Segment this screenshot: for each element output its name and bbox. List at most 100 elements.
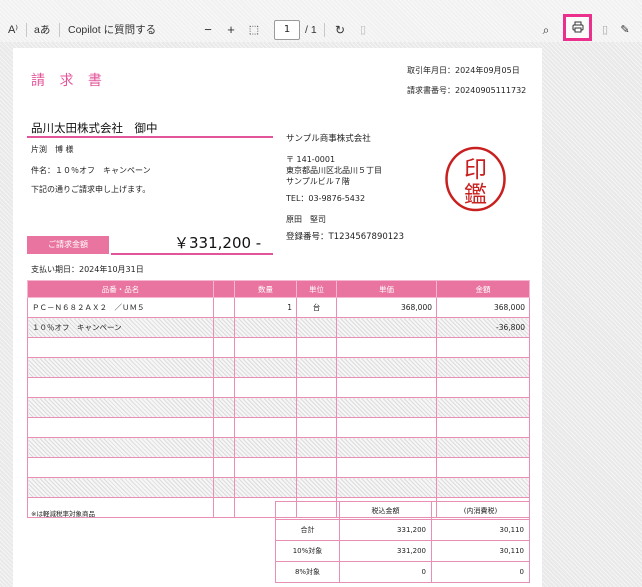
seller-address-line1: 東京都品川区北品川５丁目 [286,166,382,175]
rotate-icon[interactable]: ↻ [332,20,348,40]
amount-value: ￥331,200 - [174,234,262,252]
tax-header-row: 税込金額 (内消費税) [275,501,530,520]
read-aloud-icon[interactable]: A⁾ [5,20,21,40]
table-cell [213,297,235,318]
tax-cell: 0 [431,561,530,583]
request-text: 下記の通りご請求申し上げます。 [31,185,151,194]
seller-postal: 〒 141-0001 [286,155,336,164]
invoice-page: 請 求 書 取引年月日：2024年09月05日 請求書番号：2024090511… [13,48,542,587]
table-cell [296,457,337,478]
tax-cell: 0 [339,561,432,583]
tax-cell: (内消費税) [431,501,530,520]
table-cell [234,337,297,358]
table-cell [436,397,530,418]
table-row [27,397,530,418]
table-cell: 台 [296,297,337,318]
table-cell [296,397,337,418]
table-cell [234,317,297,338]
tax-cell: 331,200 [339,540,432,562]
table-cell [213,417,235,438]
zoom-in-button[interactable]: + [223,20,239,40]
seller-name: サンプル商事株式会社 [286,134,371,144]
table-cell [436,477,530,498]
tax-cell: 税込金額 [339,501,432,520]
pdf-toolbar: A⁾ aあ Copilot に質問する − + ⬚ 1 / 1 ↻ ▯ ⌕ ▯ … [0,0,642,42]
table-cell [436,417,530,438]
registration-number: 登録番号：T1234567890123 [286,232,404,242]
table-cell [296,437,337,458]
header-unit-price: 単価 [336,280,437,298]
table-cell [27,397,214,418]
page-total: / 1 [305,24,317,36]
table-cell: 368,000 [336,297,437,318]
header-item-name: 品番・品名 [27,280,214,298]
table-cell [213,497,235,518]
seal-stamp-icon: 印 鑑 [445,146,506,212]
tax-cell [275,501,340,520]
table-cell [213,317,235,338]
table-cell [336,457,437,478]
table-cell [336,437,437,458]
seller-address-line2: サンプルビル７階 [286,177,350,186]
header-unit: 単位 [296,280,337,298]
table-row [27,457,530,478]
toolbar-divider [26,23,27,37]
table-cell [436,357,530,378]
amount-underline [111,253,273,255]
header-quantity: 数量 [234,280,297,298]
table-cell [436,437,530,458]
table-cell [436,457,530,478]
table-cell [27,457,214,478]
items-table: 品番・品名 数量 単位 単価 金額 ＰＣ－Ｎ６８２ＡＸ２ ／ＵＭ５ 1 台 368,0… [27,280,530,518]
save-icon[interactable]: ▯ [597,20,613,40]
tax-cell: 8%対象 [275,561,340,583]
table-cell [296,417,337,438]
table-cell [336,357,437,378]
client-underline [27,136,273,138]
text-options-button[interactable]: aあ [34,20,50,40]
table-cell: 368,000 [436,297,530,318]
table-cell [296,477,337,498]
page-view-icon[interactable]: ▯ [355,20,371,40]
seller-phone: TEL：03-9876-5432 [286,194,366,203]
due-date: 支払い期日：2024年10月31日 [31,265,144,274]
search-icon[interactable]: ⌕ [538,20,554,40]
tax-row: 10%対象 331,200 30,110 [275,540,530,562]
toolbar-divider [59,23,60,37]
table-cell [27,377,214,398]
table-cell [336,477,437,498]
svg-text:鑑: 鑑 [464,182,487,208]
table-cell [296,317,337,338]
print-button[interactable] [563,14,592,41]
tax-cell: 30,110 [431,519,530,541]
seller-person: 原田 堅司 [286,215,326,224]
table-cell [234,437,297,458]
table-row [27,477,530,498]
table-cell: -36,800 [436,317,530,338]
table-cell [336,417,437,438]
table-cell [436,377,530,398]
table-cell [234,417,297,438]
tax-cell: 10%対象 [275,540,340,562]
fit-page-icon[interactable]: ⬚ [246,20,262,40]
tax-cell: 30,110 [431,540,530,562]
table-cell: ＰＣ－Ｎ６８２ＡＸ２ ／ＵＭ５ [27,297,214,318]
header-blank [213,280,235,298]
invoice-number: 請求書番号：20240905111732 [407,86,527,95]
tax-row: 8%対象 0 0 [275,561,530,583]
toolbar-divider [324,23,325,37]
table-cell [213,457,235,478]
edit-pdf-icon[interactable]: ✎ [617,20,633,40]
table-row [27,417,530,438]
table-cell [27,337,214,358]
client-name: 品川太田株式会社 御中 [31,121,158,135]
table-cell [234,377,297,398]
tax-summary-table: 税込金額 (内消費税) 合計 331,200 30,110 10%対象 331,200 30,… [275,501,530,583]
table-cell [234,477,297,498]
table-cell: 1 [234,297,297,318]
invoice-subject: 件名：１０％オフ キャンペーン [31,166,151,175]
table-cell [296,357,337,378]
copilot-ask-button[interactable]: Copilot に質問する [68,20,156,40]
zoom-out-button[interactable]: − [200,20,216,40]
page-number-input[interactable]: 1 [274,20,300,40]
